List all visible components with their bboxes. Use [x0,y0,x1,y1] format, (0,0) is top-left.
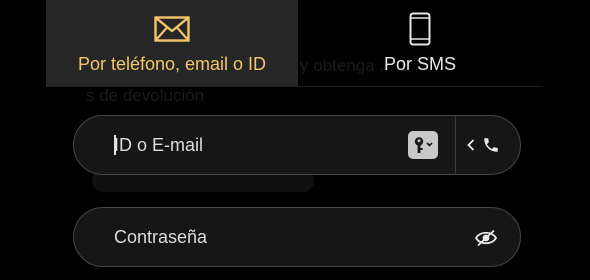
id-email-field[interactable]: ID o E-mail [73,115,521,175]
field-divider [455,116,456,174]
key-icon[interactable] [408,131,438,159]
password-placeholder: Contraseña [114,226,208,247]
tab-phone-email-id[interactable]: Por teléfono, email o ID [46,0,298,86]
envelope-icon [154,14,190,44]
phone-icon [484,138,498,152]
id-email-placeholder: ID o E-mail [114,134,204,155]
background-ghost-text: s de devolución [86,86,205,105]
tab-label: Por teléfono, email o ID [77,54,267,74]
switch-to-phone-button[interactable] [466,134,500,156]
phone-icon [409,12,431,46]
login-panel: y obtenga ... 1 s de devolución Por telé… [0,0,590,280]
tab-divider [46,86,542,87]
chevron-left-icon [467,139,475,151]
eye-off-icon[interactable] [473,227,499,249]
text-caret [114,135,116,155]
password-field[interactable]: Contraseña [73,207,521,267]
tab-sms[interactable]: Por SMS [298,0,542,86]
tab-label: Por SMS [383,54,457,74]
